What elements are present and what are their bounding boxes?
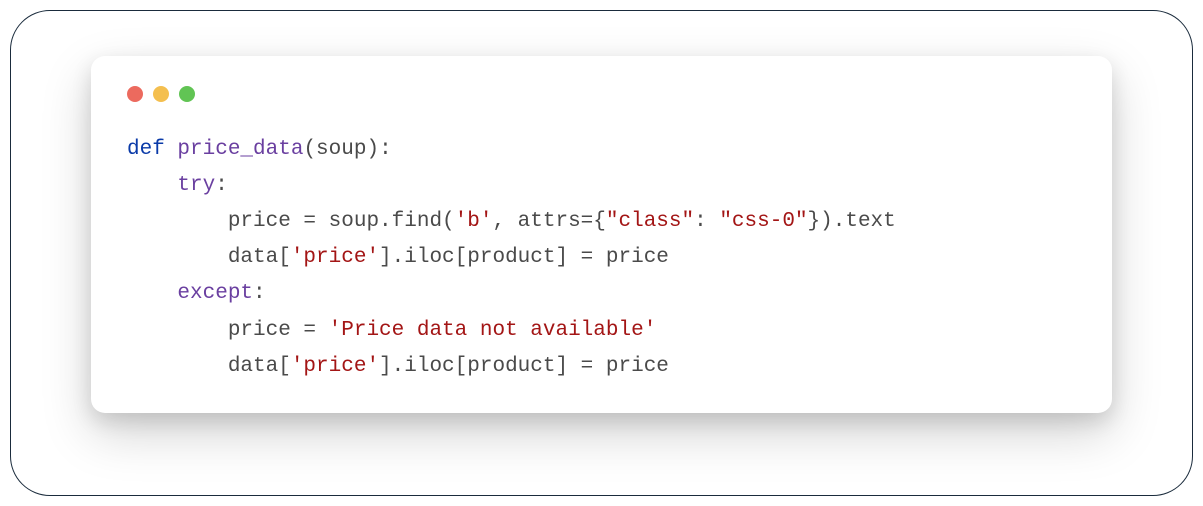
code-window: def price_data(soup): try: price = soup.… bbox=[91, 56, 1112, 413]
code-text: ].iloc[product] = price bbox=[379, 246, 669, 269]
string-literal: 'b' bbox=[455, 210, 493, 233]
code-text: }).text bbox=[808, 210, 896, 233]
colon: : bbox=[215, 174, 228, 197]
string-literal: "css-0" bbox=[719, 210, 807, 233]
string-literal: 'price' bbox=[291, 246, 379, 269]
code-text: ].iloc[product] = price bbox=[379, 355, 669, 378]
maximize-icon[interactable] bbox=[179, 86, 195, 102]
params: (soup): bbox=[303, 138, 391, 161]
keyword-except: except bbox=[177, 282, 253, 305]
code-text: , attrs={ bbox=[492, 210, 605, 233]
code-text: : bbox=[694, 210, 719, 233]
minimize-icon[interactable] bbox=[153, 86, 169, 102]
string-literal: "class" bbox=[606, 210, 694, 233]
code-text: price = bbox=[127, 319, 329, 342]
code-text: price = soup.find( bbox=[127, 210, 455, 233]
card-frame: def price_data(soup): try: price = soup.… bbox=[10, 10, 1193, 496]
string-literal: 'Price data not available' bbox=[329, 319, 657, 342]
keyword-try: try bbox=[177, 174, 215, 197]
string-literal: 'price' bbox=[291, 355, 379, 378]
keyword-def: def bbox=[127, 138, 165, 161]
close-icon[interactable] bbox=[127, 86, 143, 102]
code-text: data[ bbox=[127, 246, 291, 269]
window-controls bbox=[127, 86, 1076, 102]
code-text: data[ bbox=[127, 355, 291, 378]
colon: : bbox=[253, 282, 266, 305]
function-name: price_data bbox=[177, 138, 303, 161]
code-block: def price_data(soup): try: price = soup.… bbox=[127, 132, 1076, 385]
